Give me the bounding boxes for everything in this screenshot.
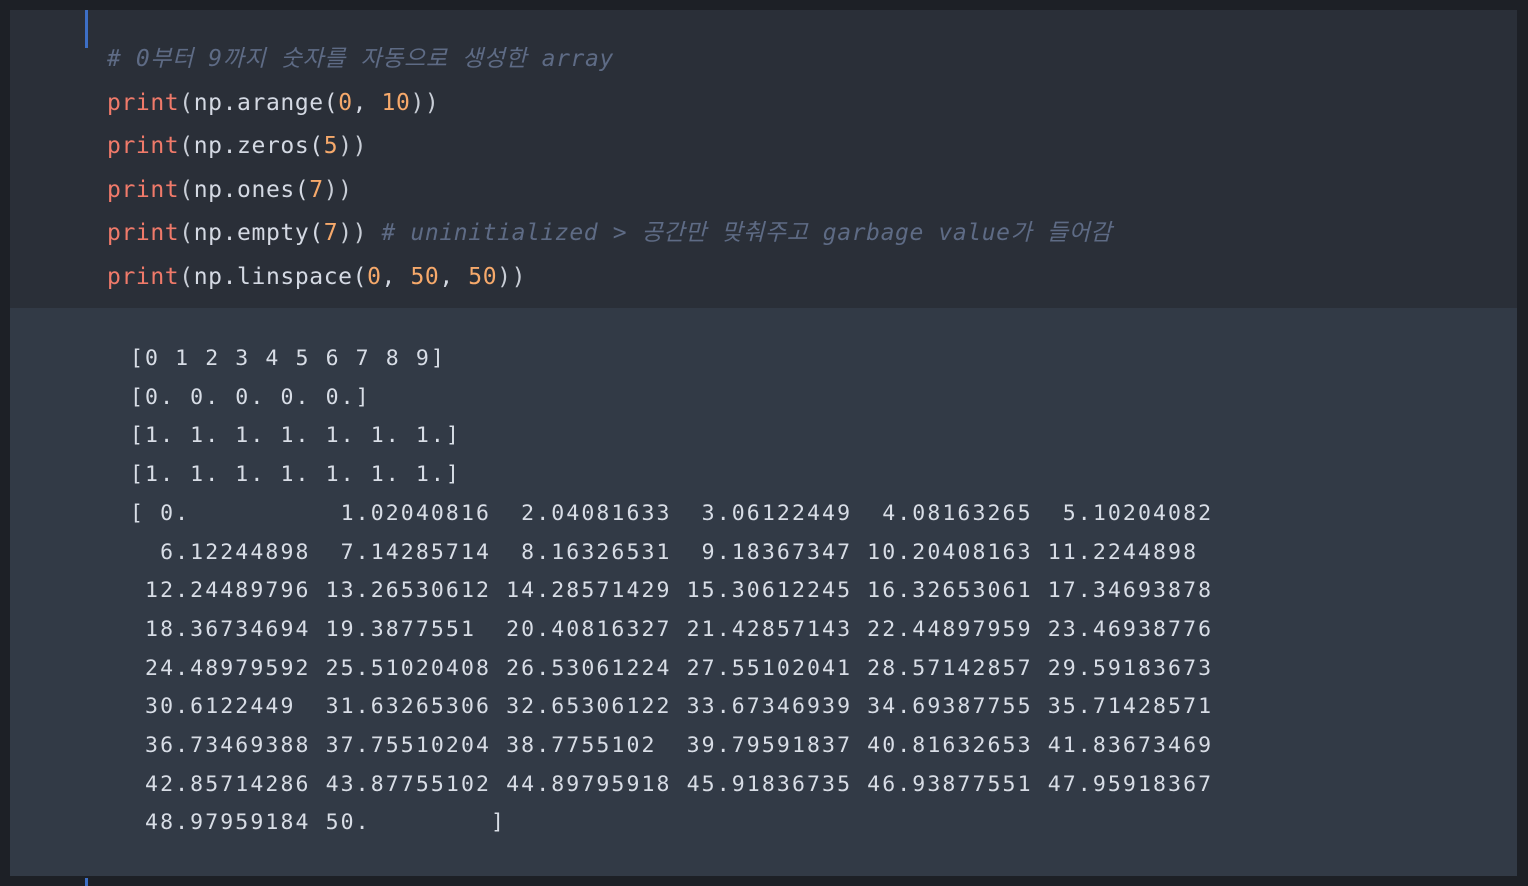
close-paren: ))	[410, 90, 440, 116]
print-keyword: print	[107, 133, 180, 159]
print-keyword: print	[107, 90, 180, 116]
arg-separator: ,	[381, 264, 411, 290]
output-line: [0 1 2 3 4 5 6 7 8 9]	[130, 346, 446, 371]
code-editor[interactable]: # 0부터 9까지 숫자를 자동으로 생성한 array print(np.ar…	[10, 10, 1517, 308]
output-line: 6.12244898 7.14285714 8.16326531 9.18367…	[130, 539, 1199, 565]
output-line: 24.48979592 25.51020408 26.53061224 27.5…	[130, 655, 1214, 681]
number-literal: 0	[338, 90, 353, 116]
number-literal: 5	[323, 133, 339, 159]
notebook-cell[interactable]: # 0부터 9까지 숫자를 자동으로 생성한 array print(np.ar…	[10, 10, 1517, 876]
open-paren: (	[179, 133, 194, 159]
number-literal: 10	[381, 90, 411, 116]
open-paren: (	[179, 220, 194, 246]
output-line: [1. 1. 1. 1. 1. 1. 1.]	[130, 423, 461, 449]
print-keyword: print	[107, 264, 180, 290]
numpy-call: np.zeros(	[193, 133, 324, 159]
output-line: [0. 0. 0. 0. 0.]	[130, 384, 371, 410]
output-line: 48.97959184 50. ]	[130, 810, 507, 836]
number-literal: 50	[468, 264, 498, 290]
numpy-call: np.empty(	[193, 220, 324, 246]
close-paren: ))	[338, 133, 368, 159]
number-literal: 0	[367, 264, 382, 290]
number-literal: 7	[323, 220, 339, 246]
output-line: 18.36734694 19.3877551 20.40816327 21.42…	[130, 616, 1214, 642]
code-line: print(np.zeros(5))	[107, 126, 367, 166]
next-cell-indicator	[85, 878, 88, 886]
open-paren: (	[179, 177, 194, 203]
code-line: print(np.empty(7)) # uninitialized > 공간만…	[107, 213, 1112, 253]
output-line: [ 0. 1.02040816 2.04081633 3.06122449 4.…	[130, 500, 1214, 526]
output-line: 12.24489796 13.26530612 14.28571429 15.3…	[130, 578, 1214, 604]
numpy-call: np.linspace(	[193, 264, 368, 290]
close-paren: ))	[497, 264, 527, 290]
code-comment-line: # 0부터 9까지 숫자를 자동으로 생성한 array	[107, 46, 614, 72]
numpy-call: np.ones(	[193, 177, 310, 203]
close-paren: ))	[323, 177, 353, 203]
output-line: 42.85714286 43.87755102 44.89795918 45.9…	[130, 771, 1214, 797]
cell-focus-indicator	[85, 10, 88, 48]
open-paren: (	[179, 264, 194, 290]
code-line: print(np.arange(0, 10))	[107, 83, 439, 123]
output-line: 30.6122449 31.63265306 32.65306122 33.67…	[130, 694, 1214, 720]
open-paren: (	[179, 90, 194, 116]
code-line: print(np.ones(7))	[107, 170, 353, 210]
code-line: print(np.linspace(0, 50, 50))	[107, 257, 526, 297]
arg-separator: ,	[439, 264, 469, 290]
output-line: 36.73469388 37.75510204 38.7755102 39.79…	[130, 733, 1214, 758]
print-keyword: print	[107, 177, 180, 203]
cell-output: [0 1 2 3 4 5 6 7 8 9] [0. 0. 0. 0. 0.] [1.…	[10, 308, 1517, 876]
numpy-call: np.arange(	[193, 90, 339, 116]
notebook-frame: # 0부터 9까지 숫자를 자동으로 생성한 array print(np.ar…	[0, 0, 1528, 886]
number-literal: 50	[410, 264, 440, 290]
print-keyword: print	[107, 220, 180, 246]
close-paren: ))	[338, 220, 368, 246]
output-line: [1. 1. 1. 1. 1. 1. 1.]	[130, 462, 461, 488]
number-literal: 7	[309, 177, 324, 203]
arg-separator: ,	[352, 90, 382, 116]
inline-comment: # uninitialized > 공간만 맞춰주고 garbage value…	[367, 220, 1113, 246]
